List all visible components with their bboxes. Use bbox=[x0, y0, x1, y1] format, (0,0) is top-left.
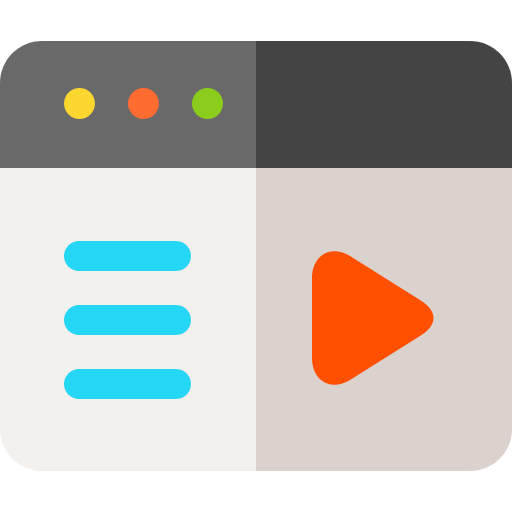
window-body bbox=[0, 168, 512, 471]
app-window bbox=[0, 41, 512, 471]
yellow-dot-icon bbox=[64, 88, 95, 119]
play-icon[interactable] bbox=[312, 250, 434, 386]
titlebar-right-panel bbox=[256, 41, 512, 168]
play-triangle bbox=[312, 251, 434, 385]
content-panel bbox=[0, 168, 256, 471]
orange-dot-icon bbox=[128, 88, 159, 119]
menu-line-icon bbox=[64, 305, 191, 335]
window-titlebar bbox=[0, 41, 512, 168]
green-dot-icon bbox=[192, 88, 223, 119]
menu-line-icon bbox=[64, 369, 191, 399]
media-window-illustration bbox=[0, 0, 512, 512]
titlebar-left-panel bbox=[0, 41, 256, 168]
menu-line-icon bbox=[64, 241, 191, 271]
video-panel bbox=[256, 168, 512, 471]
